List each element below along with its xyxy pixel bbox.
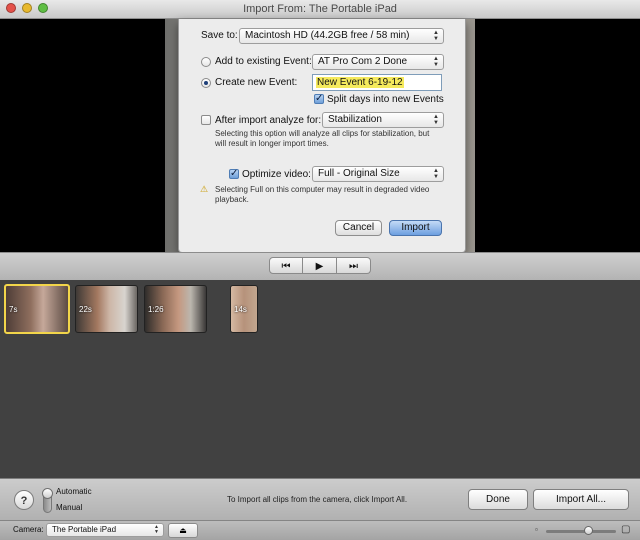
mode-automatic-label: Automatic bbox=[56, 487, 92, 496]
play-icon: ▶ bbox=[315, 261, 324, 272]
clip-duration: 1:26 bbox=[148, 305, 164, 314]
analyze-note-line-2: will result in longer import times. bbox=[215, 139, 329, 148]
play-button[interactable]: ▶ bbox=[303, 257, 337, 274]
done-button[interactable]: Done bbox=[468, 489, 528, 510]
skip-forward-icon: ⏭ bbox=[349, 261, 358, 272]
popup-arrows-icon: ▲ ▼ bbox=[154, 524, 159, 535]
clip-thumbnail[interactable]: 1:26 bbox=[144, 285, 207, 333]
status-bar: Camera: The Portable iPad ▲ ▼ ⏏ ▫ ▢ bbox=[0, 520, 640, 540]
thumbnail-size-slider-thumb[interactable] bbox=[584, 526, 593, 535]
popup-arrows-icon: ▲ ▼ bbox=[433, 56, 439, 68]
window-title: Import From: The Portable iPad bbox=[243, 3, 397, 15]
import-mode-switch-knob[interactable] bbox=[42, 488, 53, 499]
split-days-checkbox[interactable]: ✓ bbox=[314, 94, 324, 104]
save-to-value: Macintosh HD (44.2GB free / 58 min) bbox=[245, 30, 410, 41]
bottom-bar: ? Automatic Manual To Import all clips f… bbox=[0, 478, 640, 521]
popup-arrows-icon: ▲ ▼ bbox=[433, 30, 439, 42]
add-existing-label: Add to existing Event: bbox=[215, 56, 312, 67]
warning-line-1: Selecting Full on this computer may resu… bbox=[215, 185, 430, 194]
optimize-popup[interactable]: Full - Original Size ▲ ▼ bbox=[312, 166, 444, 182]
optimize-label: Optimize video: bbox=[242, 169, 311, 180]
existing-event-popup[interactable]: AT Pro Com 2 Done ▲ ▼ bbox=[312, 54, 444, 70]
camera-value: The Portable iPad bbox=[52, 525, 117, 534]
optimize-checkbox[interactable]: ✓ bbox=[229, 169, 239, 179]
clip-duration: 22s bbox=[79, 305, 92, 314]
previous-clip-button[interactable]: ⏮ bbox=[269, 257, 303, 274]
new-event-name-text: New Event 6-19-12 bbox=[316, 77, 404, 88]
analyze-note-line-1: Selecting this option will analyze all c… bbox=[215, 129, 430, 138]
new-event-name-field[interactable]: New Event 6-19-12 bbox=[312, 74, 442, 91]
analyze-checkbox[interactable] bbox=[201, 115, 211, 125]
analyze-label: After import analyze for: bbox=[215, 115, 322, 126]
optimize-value: Full - Original Size bbox=[318, 168, 400, 179]
import-hint-text: To Import all clips from the camera, cli… bbox=[227, 495, 408, 504]
import-button[interactable]: Import bbox=[389, 220, 442, 236]
camera-label: Camera: bbox=[13, 525, 44, 534]
clip-browser: 7s 22s 1:26 14s bbox=[0, 280, 640, 478]
split-days-label: Split days into new Events bbox=[327, 94, 444, 105]
popup-arrows-icon: ▲ ▼ bbox=[433, 168, 439, 180]
import-all-button[interactable]: Import All... bbox=[533, 489, 629, 510]
analyze-value: Stabilization bbox=[328, 114, 382, 125]
warning-icon: ⚠ bbox=[200, 184, 209, 194]
title-bar: Import From: The Portable iPad bbox=[0, 0, 640, 19]
transport-bar: ⏮ ▶ ⏭ bbox=[0, 252, 640, 281]
popup-arrows-icon: ▲ ▼ bbox=[433, 114, 439, 126]
skip-back-icon: ⏮ bbox=[281, 261, 291, 272]
warning-line-2: playback. bbox=[215, 195, 249, 204]
add-existing-radio[interactable] bbox=[201, 57, 211, 67]
camera-popup[interactable]: The Portable iPad ▲ ▼ bbox=[46, 523, 164, 537]
large-thumbnail-icon: ▢ bbox=[621, 524, 631, 535]
clip-duration: 7s bbox=[9, 305, 18, 314]
analyze-popup[interactable]: Stabilization ▲ ▼ bbox=[322, 112, 444, 128]
eject-button[interactable]: ⏏ bbox=[168, 523, 198, 538]
save-to-popup[interactable]: Macintosh HD (44.2GB free / 58 min) ▲ ▼ bbox=[239, 28, 444, 44]
clip-thumbnail[interactable]: 7s bbox=[4, 284, 70, 334]
cancel-button[interactable]: Cancel bbox=[335, 220, 382, 236]
existing-event-value: AT Pro Com 2 Done bbox=[318, 56, 408, 67]
clip-thumbnail[interactable]: 14s bbox=[230, 285, 258, 333]
thumbnail-size-slider[interactable] bbox=[546, 530, 616, 533]
mode-manual-label: Manual bbox=[56, 503, 83, 512]
clip-thumbnail[interactable]: 22s bbox=[75, 285, 138, 333]
save-to-label: Save to: bbox=[201, 30, 238, 41]
small-thumbnail-icon: ▫ bbox=[535, 525, 538, 534]
next-clip-button[interactable]: ⏭ bbox=[337, 257, 371, 274]
help-button[interactable]: ? bbox=[14, 490, 34, 510]
clip-duration: 14s bbox=[234, 305, 247, 314]
create-new-label: Create new Event: bbox=[215, 77, 298, 88]
create-new-radio[interactable] bbox=[201, 78, 211, 88]
eject-icon: ⏏ bbox=[179, 526, 187, 535]
import-settings-sheet: Save to: Macintosh HD (44.2GB free / 58 … bbox=[178, 19, 466, 253]
